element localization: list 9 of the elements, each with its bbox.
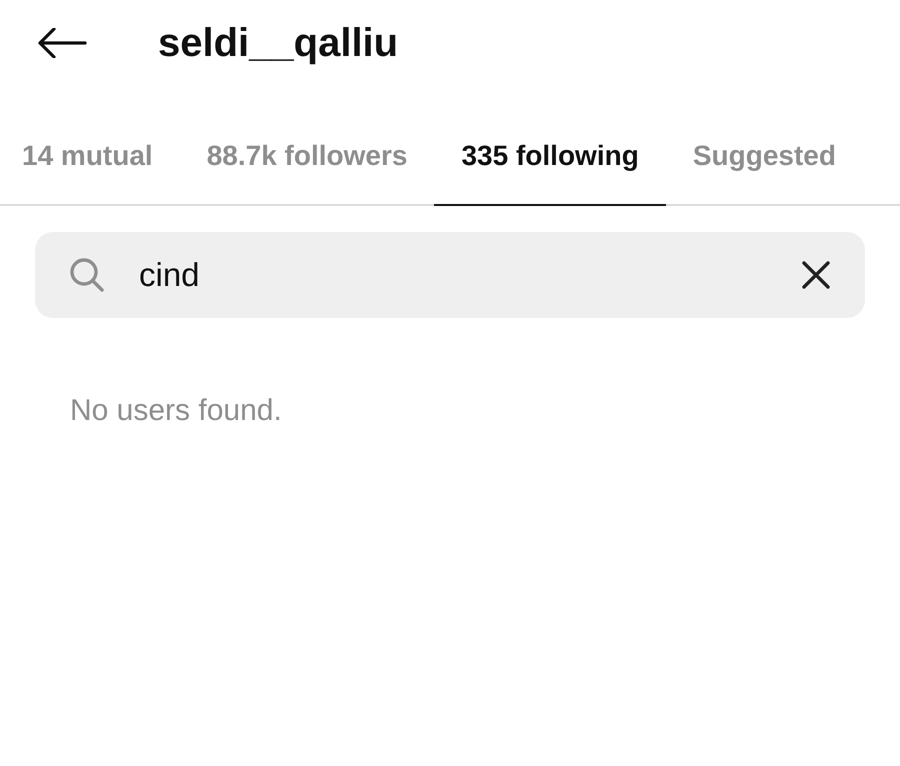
empty-message: No users found. [70,394,282,428]
tab[interactable]: 14 mutual [0,108,180,206]
back-arrow-icon[interactable] [37,28,87,58]
profile-username: seldi__qalliu [158,21,398,65]
tab[interactable]: 335 following [434,108,666,206]
tab[interactable]: Suggested [666,108,863,206]
tab[interactable]: 88.7k followers [180,108,434,206]
clear-button[interactable] [801,260,831,290]
search-field[interactable]: cind [35,232,865,318]
